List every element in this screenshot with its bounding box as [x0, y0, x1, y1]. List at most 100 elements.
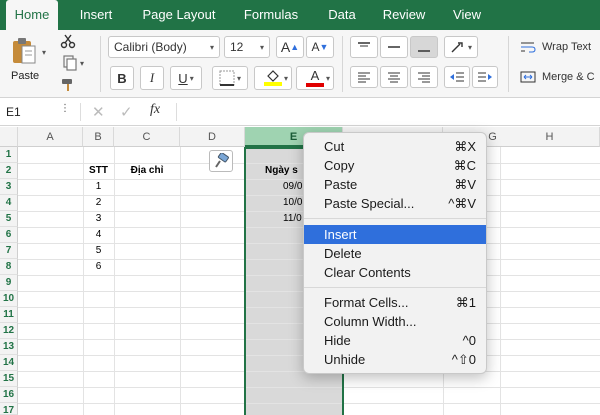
underline-button[interactable]: U ▾	[170, 66, 202, 90]
tab-insert[interactable]: Insert	[70, 0, 122, 30]
menu-item-shortcut: ^⌘V	[448, 196, 476, 211]
merge-center-button[interactable]: Merge & C	[520, 68, 600, 86]
insert-function-button[interactable]: fx	[150, 102, 160, 118]
menu-item-label: Cut	[324, 139, 345, 154]
menu-item-shortcut: ^0	[462, 333, 476, 348]
grow-font-button[interactable]: A ▲	[276, 36, 304, 58]
increase-indent-button[interactable]	[472, 66, 498, 88]
menu-item-clear-contents[interactable]: Clear Contents	[304, 263, 486, 282]
fill-color-button[interactable]: ▾	[254, 66, 292, 90]
tab-home[interactable]: Home	[6, 0, 58, 30]
align-left-button[interactable]	[350, 66, 378, 88]
tab-data[interactable]: Data	[320, 0, 364, 30]
divider	[176, 103, 177, 121]
cut-button[interactable]	[58, 32, 78, 50]
font-name-value: Calibri (Body)	[114, 40, 187, 54]
chevron-down-icon: ▾	[236, 73, 241, 83]
cell-b2[interactable]: STT	[83, 163, 114, 179]
wrap-text-button[interactable]: Wrap Text	[520, 38, 600, 56]
confirm-icon[interactable]: ✓	[120, 103, 133, 121]
format-painter-button[interactable]	[58, 76, 78, 94]
align-right-button[interactable]	[410, 66, 438, 88]
cell-c2[interactable]: Địa chỉ	[114, 163, 180, 179]
italic-button[interactable]: I	[140, 66, 164, 90]
menu-item-label: Hide	[324, 333, 351, 348]
grow-font-glyph: A	[280, 39, 291, 55]
menu-separator	[304, 287, 486, 288]
menu-item-unhide[interactable]: Unhide ^⇧0	[304, 350, 486, 369]
menu-item-column-width[interactable]: Column Width...	[304, 312, 486, 331]
menu-item-delete[interactable]: Delete	[304, 244, 486, 263]
row-header[interactable]: 17	[0, 403, 18, 415]
cell-b4[interactable]: 2	[83, 195, 114, 211]
tab-formulas[interactable]: Formulas	[236, 0, 306, 30]
font-color-swatch	[306, 83, 324, 87]
align-bottom-button[interactable]	[410, 36, 438, 58]
row-header[interactable]: 12	[0, 323, 18, 339]
row-header[interactable]: 5	[0, 211, 18, 227]
row-header[interactable]: 7	[0, 243, 18, 259]
menu-item-paste-special[interactable]: Paste Special... ^⌘V	[304, 194, 486, 213]
decrease-indent-button[interactable]	[444, 66, 470, 88]
column-header-d[interactable]: D	[180, 127, 245, 147]
row-header[interactable]: 1	[0, 147, 18, 163]
borders-button[interactable]: ▾	[212, 66, 248, 90]
grid-line	[500, 147, 501, 415]
font-color-button[interactable]: A ▾	[296, 66, 334, 90]
menu-item-insert[interactable]: Insert	[304, 225, 486, 244]
menu-item-paste[interactable]: Paste ⌘V	[304, 175, 486, 194]
menu-item-shortcut: ^⇧0	[451, 352, 476, 367]
cell-b5[interactable]: 3	[83, 211, 114, 227]
tab-view[interactable]: View	[444, 0, 490, 30]
cell-b6[interactable]: 4	[83, 227, 114, 243]
cell-b8[interactable]: 6	[83, 259, 114, 275]
row-header[interactable]: 9	[0, 275, 18, 291]
cancel-icon[interactable]: ✕	[92, 103, 105, 121]
menu-item-hide[interactable]: Hide ^0	[304, 331, 486, 350]
orientation-button[interactable]: ▾	[444, 36, 478, 58]
row-header[interactable]: 13	[0, 339, 18, 355]
copy-button[interactable]: ▾	[58, 54, 88, 72]
row-header[interactable]: 6	[0, 227, 18, 243]
cell-b3[interactable]: 1	[83, 179, 114, 195]
align-top-button[interactable]	[350, 36, 378, 58]
menu-item-label: Paste	[324, 177, 358, 192]
column-header-b[interactable]: B	[83, 127, 114, 147]
paste-button[interactable]: ▾	[4, 34, 46, 68]
row-header[interactable]: 2	[0, 163, 18, 179]
menu-item-copy[interactable]: Copy ⌘C	[304, 156, 486, 175]
align-bottom-icon	[418, 50, 430, 52]
shrink-font-button[interactable]: A ▼	[306, 36, 334, 58]
tab-review[interactable]: Review	[376, 0, 432, 30]
row-header[interactable]: 11	[0, 307, 18, 323]
arrow-down-icon: ▼	[319, 42, 329, 52]
font-size-select[interactable]: 12 ▾	[224, 36, 270, 58]
paint-bucket-icon	[267, 70, 279, 82]
row-header[interactable]: 8	[0, 259, 18, 275]
formula-input[interactable]	[180, 102, 596, 122]
align-right-icon	[418, 72, 430, 83]
tab-page-layout[interactable]: Page Layout	[134, 0, 224, 30]
row-header[interactable]: 10	[0, 291, 18, 307]
formula-bar: E1 ⋮ ✕ ✓ fx	[0, 99, 600, 126]
font-name-select[interactable]: Calibri (Body) ▾	[108, 36, 220, 58]
paste-options-button[interactable]	[209, 150, 233, 172]
cell-b7[interactable]: 5	[83, 243, 114, 259]
row-header[interactable]: 15	[0, 371, 18, 387]
row-header[interactable]: 14	[0, 355, 18, 371]
align-middle-button[interactable]	[380, 36, 408, 58]
align-center-button[interactable]	[380, 66, 408, 88]
menu-item-cut[interactable]: Cut ⌘X	[304, 137, 486, 156]
chevron-down-icon[interactable]: ⋮	[60, 103, 70, 114]
grid-line	[114, 147, 115, 415]
divider	[80, 103, 81, 121]
menu-item-format-cells[interactable]: Format Cells... ⌘1	[304, 293, 486, 312]
column-header-h[interactable]: H	[500, 127, 600, 147]
row-header[interactable]: 16	[0, 387, 18, 403]
select-all-corner[interactable]	[0, 127, 18, 147]
bold-button[interactable]: B	[110, 66, 134, 90]
column-header-a[interactable]: A	[18, 127, 83, 147]
row-header[interactable]: 4	[0, 195, 18, 211]
column-header-c[interactable]: C	[114, 127, 180, 147]
row-header[interactable]: 3	[0, 179, 18, 195]
